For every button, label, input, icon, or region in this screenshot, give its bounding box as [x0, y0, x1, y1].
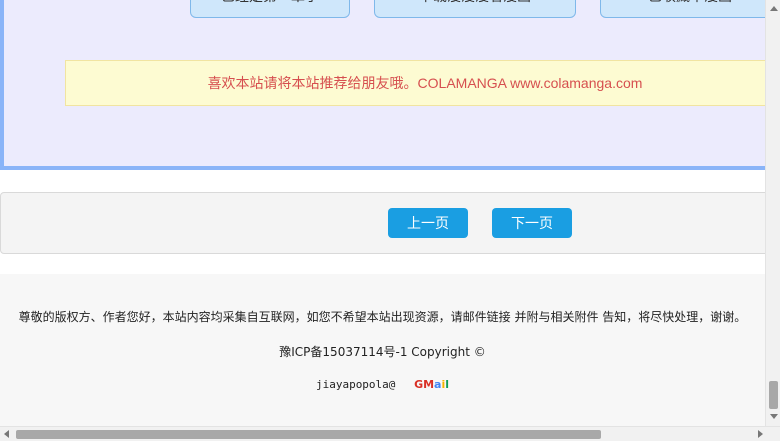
horizontal-scroll-thumb[interactable]: [16, 430, 601, 439]
scroll-up-arrow-icon[interactable]: [770, 6, 778, 11]
horizontal-scrollbar[interactable]: [0, 426, 780, 441]
chapter-nav-panel: 已经是第一章了 下载漫漫漫看漫画 已收藏本漫画 喜欢本站请将本站推荐给朋友哦。C…: [0, 0, 780, 170]
vertical-scroll-thumb[interactable]: [769, 381, 778, 409]
copyright-disclaimer: 尊敬的版权方、作者您好，本站内容均采集自互联网，如您不希望本站出现资源，请邮件链…: [18, 310, 747, 324]
recommend-notice: 喜欢本站请将本站推荐给朋友哦。COLAMANGA www.colamanga.c…: [65, 60, 780, 106]
gmail-icon: GMail: [414, 378, 450, 391]
icp-record: 豫ICP备15037114号-1 Copyright ©: [279, 345, 486, 359]
scroll-left-arrow-icon[interactable]: [4, 430, 9, 438]
email-user: jiayapopola@: [315, 378, 396, 391]
scroll-down-arrow-icon[interactable]: [770, 414, 778, 419]
next-page-button[interactable]: 下一页: [492, 208, 572, 238]
pager-bar: 上一页 下一页: [0, 192, 772, 254]
bookmark-chip[interactable]: 已收藏本漫画: [600, 0, 780, 18]
site-footer: 尊敬的版权方、作者您好，本站内容均采集自互联网，如您不希望本站出现资源，请邮件链…: [0, 274, 765, 426]
prev-page-button[interactable]: 上一页: [388, 208, 468, 238]
download-app-chip[interactable]: 下载漫漫漫看漫画: [374, 0, 576, 18]
contact-email: jiayapopola@ GMail: [0, 378, 765, 391]
vertical-scrollbar[interactable]: [765, 0, 780, 426]
scroll-right-arrow-icon[interactable]: [758, 430, 763, 438]
first-chapter-chip[interactable]: 已经是第一章了: [190, 0, 350, 18]
